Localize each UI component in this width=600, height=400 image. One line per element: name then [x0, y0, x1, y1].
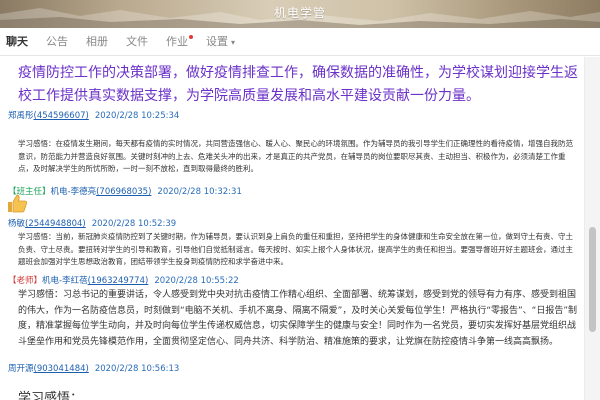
- tab-files-label: 文件: [126, 34, 148, 48]
- message-time: 2020/2/28 10:56:13: [94, 364, 180, 374]
- tab-files[interactable]: 文件: [126, 28, 148, 56]
- sender-qq[interactable]: (1963249774): [88, 276, 149, 286]
- sender-line: 郑禹彤(454596607) 2020/2/28 10:25:34: [8, 109, 179, 121]
- scrollbar[interactable]: [584, 57, 600, 400]
- window-title: 机电学管: [273, 6, 326, 20]
- scrollbar-thumb[interactable]: [589, 227, 596, 332]
- unread-dot: [189, 34, 193, 39]
- sender-line: 杨敏(2544948804) 2020/2/28 10:52:39: [8, 217, 176, 229]
- tab-homework-label: 作业: [166, 34, 188, 48]
- tab-settings-label: 设置: [206, 34, 228, 48]
- sender-line: 周开源(903041484) 2020/2/28 10:56:13: [8, 362, 179, 374]
- chat-feed[interactable]: 疫情防控工作的决策部署，做好疫情排查工作，确保数据的准确性，为学校谋划迎接学生返…: [0, 57, 584, 400]
- message-time: 2020/2/28 10:52:39: [91, 219, 177, 229]
- message-time: 2020/2/28 10:32:31: [157, 187, 242, 197]
- thumbs-up-icon: [8, 194, 28, 213]
- sender-name[interactable]: 郑禹彤: [8, 111, 34, 121]
- sender-line: 【班主任】机电-李德亮(706968035) 2020/2/28 10:32:31: [8, 185, 242, 197]
- tab-settings[interactable]: 设置 ▾: [206, 28, 235, 56]
- sender-qq[interactable]: (903041484): [34, 364, 89, 374]
- tab-bar: 聊天 公告 相册 文件 作业 设置 ▾: [0, 28, 600, 56]
- chevron-down-icon: ▾: [231, 37, 236, 47]
- tab-chat-label: 聊天: [6, 34, 28, 48]
- message-text: 学习感悟：习总书记的重要讲话，令人感受到党中央对抗击疫情工作精心组织、全面部署、…: [18, 290, 577, 347]
- tab-announcements[interactable]: 公告: [46, 28, 68, 56]
- message-text: 学习感悟：当前，新冠肺炎疫情防控到了关键时期，作为辅导员，要认识到身上肩负的重任…: [18, 232, 573, 266]
- sender-qq[interactable]: (706968035): [96, 187, 151, 197]
- sender-name[interactable]: 机电-李德亮: [51, 187, 97, 197]
- tab-album[interactable]: 相册: [86, 28, 108, 56]
- role-tag: 【老师】: [8, 276, 43, 286]
- sender-name[interactable]: 周开源: [8, 364, 34, 374]
- message-text: 疫情防控工作的决策部署，做好疫情排查工作，确保数据的准确性，为学校谋划迎接学生返…: [18, 65, 578, 104]
- sender-name[interactable]: 杨敏: [8, 219, 25, 229]
- title-bar[interactable]: 机电学管: [0, 0, 600, 28]
- message-time: 2020/2/28 10:55:22: [154, 276, 239, 286]
- sender-line: 【老师】机电-李红蓓(1963249774) 2020/2/28 10:55:22: [8, 274, 239, 286]
- tab-homework[interactable]: 作业: [166, 28, 193, 56]
- sender-name[interactable]: 机电-李红蓓: [42, 276, 88, 286]
- tab-chat[interactable]: 聊天: [6, 28, 28, 56]
- sender-qq[interactable]: (2544948804): [25, 219, 86, 229]
- message-text: 学习感悟：在疫情发生期间，每天都有疫情的实时情况，共同营造强信心、暖人心、聚民心…: [18, 139, 573, 173]
- message-time: 2020/2/28 10:25:34: [94, 111, 180, 121]
- tab-announcements-label: 公告: [46, 34, 68, 48]
- tab-album-label: 相册: [86, 34, 108, 48]
- sender-qq[interactable]: (454596607): [34, 111, 89, 121]
- message-text: 学习感悟：: [18, 391, 84, 400]
